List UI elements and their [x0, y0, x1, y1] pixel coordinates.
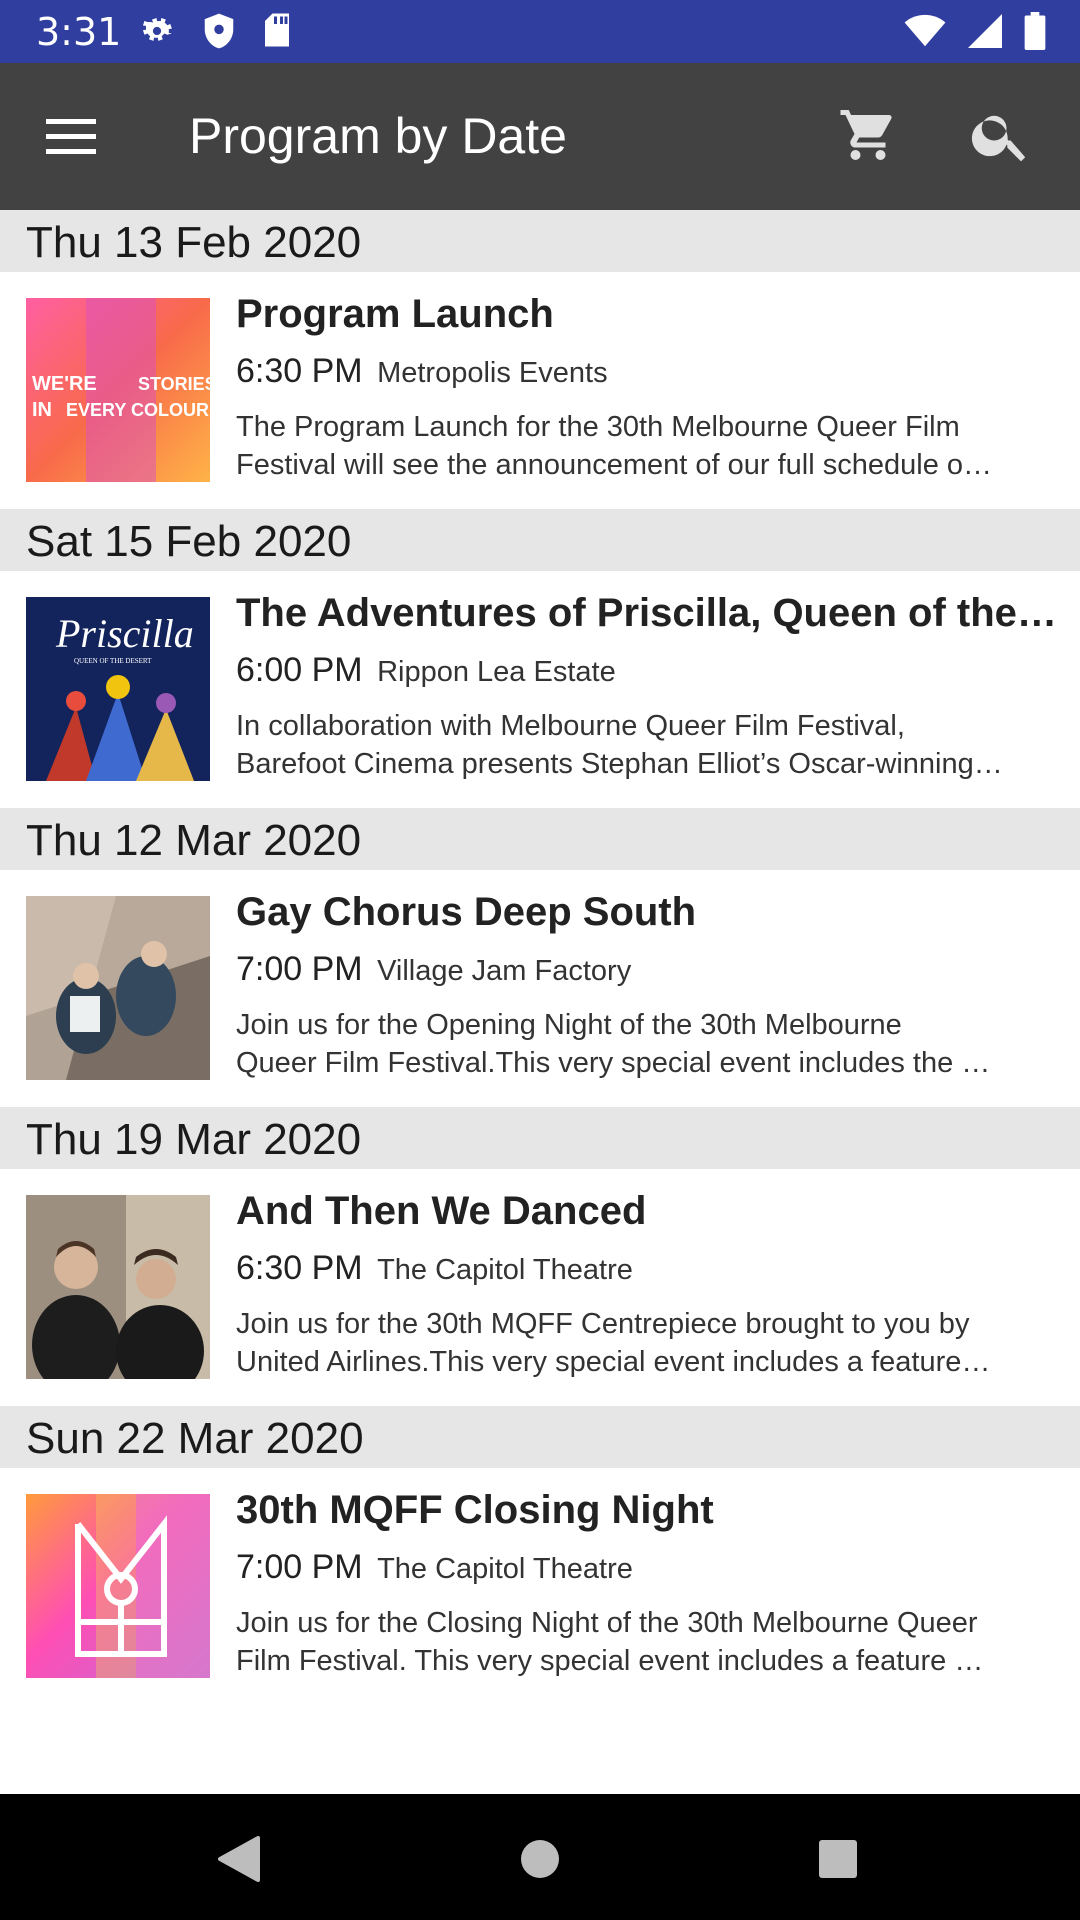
- event-description: Join us for the 30th MQFF Centrepiece br…: [236, 1305, 1068, 1381]
- svg-text:WE'RE: WE'RE: [32, 373, 97, 395]
- app-toolbar: Program by Date: [0, 63, 1080, 210]
- event-thumbnail: [26, 1494, 210, 1678]
- event-description-line: United Airlines.This very special event …: [236, 1346, 991, 1378]
- event-description-line: Join us for the Closing Night of the 30t…: [236, 1607, 978, 1639]
- event-meta: 7:00 PM The Capitol Theatre: [236, 1548, 633, 1587]
- and-then-we-danced-photo: [26, 1195, 210, 1379]
- shield-icon: [204, 13, 234, 49]
- date-header: Sat 15 Feb 2020: [0, 509, 1080, 571]
- event-venue: Metropolis Events: [377, 357, 608, 389]
- event-row-priscilla[interactable]: Priscilla QUEEN OF THE DESERT The Advent…: [0, 571, 1080, 808]
- search-button[interactable]: [965, 99, 1037, 171]
- page-title: Program by Date: [189, 108, 567, 164]
- menu-button[interactable]: [36, 109, 108, 165]
- date-header: Thu 13 Feb 2020: [0, 210, 1080, 272]
- event-thumbnail: Priscilla QUEEN OF THE DESERT: [26, 597, 210, 781]
- event-venue: The Capitol Theatre: [377, 1254, 633, 1286]
- date-header-label: Thu 12 Mar 2020: [26, 816, 362, 865]
- battery-icon: [1024, 12, 1046, 50]
- event-description: Join us for the Closing Night of the 30t…: [236, 1604, 1068, 1680]
- svg-text:STORIES: STORIES: [138, 374, 210, 394]
- event-row-program-launch[interactable]: WE'RE IN STORIES EVERY COLOUR Program La…: [0, 272, 1080, 509]
- event-description: The Program Launch for the 30th Melbourn…: [236, 408, 1068, 484]
- gear-icon: [142, 18, 172, 41]
- svg-text:QUEEN OF THE DESERT: QUEEN OF THE DESERT: [74, 657, 152, 665]
- event-description-line: Festival will see the announcement of ou…: [236, 449, 993, 481]
- event-meta: 6:00 PM Rippon Lea Estate: [236, 651, 616, 690]
- event-description-line: Join us for the Opening Night of the 30t…: [236, 1009, 902, 1041]
- event-thumbnail: [26, 1195, 210, 1379]
- event-row-and-then-we-danced[interactable]: And Then We Danced 6:30 PM The Capitol T…: [0, 1169, 1080, 1406]
- event-time: 6:30 PM: [236, 1249, 363, 1287]
- cart-button[interactable]: [832, 99, 904, 171]
- event-meta: 6:30 PM The Capitol Theatre: [236, 1249, 633, 1288]
- event-time: 7:00 PM: [236, 950, 363, 988]
- status-icons-right: [904, 12, 1046, 50]
- event-meta: 7:00 PM Village Jam Factory: [236, 950, 631, 989]
- date-header-label: Thu 19 Mar 2020: [26, 1115, 362, 1164]
- event-time: 7:00 PM: [236, 1548, 363, 1586]
- event-row-closing-night[interactable]: 30th MQFF Closing Night 7:00 PM The Capi…: [0, 1468, 1080, 1705]
- recents-square-icon: [819, 1840, 857, 1878]
- menu-icon: [46, 119, 96, 154]
- gay-chorus-photo: [26, 896, 210, 1080]
- date-header: Thu 19 Mar 2020: [0, 1107, 1080, 1169]
- program-launch-poster: WE'RE IN STORIES EVERY COLOUR: [26, 298, 210, 482]
- event-title: 30th MQFF Closing Night: [236, 1488, 714, 1532]
- event-description-line: Barefoot Cinema presents Stephan Elliot’…: [236, 748, 1003, 780]
- event-row-gay-chorus[interactable]: Gay Chorus Deep South 7:00 PM Village Ja…: [0, 870, 1080, 1107]
- home-button[interactable]: [515, 1834, 565, 1884]
- event-time: 6:30 PM: [236, 352, 363, 390]
- date-header: Sun 22 Mar 2020: [0, 1406, 1080, 1468]
- mqff-logo-poster: [26, 1494, 210, 1678]
- svg-text:Priscilla: Priscilla: [55, 611, 194, 656]
- event-thumbnail: [26, 896, 210, 1080]
- home-circle-icon: [521, 1840, 559, 1878]
- event-venue: Rippon Lea Estate: [377, 656, 616, 688]
- svg-text:IN: IN: [32, 399, 52, 421]
- event-venue: The Capitol Theatre: [377, 1553, 633, 1585]
- program-list: Thu 13 Feb 2020 WE'RE IN STORIES EVERY C…: [0, 210, 1080, 1705]
- back-button[interactable]: [214, 1834, 264, 1884]
- event-title: The Adventures of Priscilla, Queen of th…: [236, 591, 1066, 635]
- event-meta: 6:30 PM Metropolis Events: [236, 352, 608, 391]
- signal-icon: [968, 14, 1002, 48]
- recents-button[interactable]: [813, 1834, 863, 1884]
- event-description-line: Join us for the 30th MQFF Centrepiece br…: [236, 1308, 970, 1340]
- date-header-label: Sun 22 Mar 2020: [26, 1414, 364, 1463]
- date-header-label: Sat 15 Feb 2020: [26, 517, 352, 566]
- event-thumbnail: WE'RE IN STORIES EVERY COLOUR: [26, 298, 210, 482]
- status-bar: 3:31: [0, 0, 1080, 63]
- event-title: And Then We Danced: [236, 1189, 647, 1233]
- event-title: Program Launch: [236, 292, 554, 336]
- date-header: Thu 12 Mar 2020: [0, 808, 1080, 870]
- event-description: In collaboration with Melbourne Queer Fi…: [236, 707, 1068, 783]
- event-description-line: The Program Launch for the 30th Melbourn…: [236, 411, 960, 443]
- date-header-label: Thu 13 Feb 2020: [26, 218, 362, 267]
- event-description-line: Film Festival. This very special event i…: [236, 1645, 984, 1677]
- cart-icon: [840, 110, 892, 160]
- priscilla-poster: Priscilla QUEEN OF THE DESERT: [26, 597, 210, 781]
- search-icon: [971, 115, 1026, 162]
- svg-text:EVERY COLOUR: EVERY COLOUR: [66, 400, 209, 420]
- event-venue: Village Jam Factory: [377, 955, 632, 987]
- status-time: 3:31: [36, 10, 122, 54]
- back-triangle-icon: [218, 1836, 260, 1882]
- event-description-line: Queer Film Festival.This very special ev…: [236, 1047, 991, 1079]
- event-description: Join us for the Opening Night of the 30t…: [236, 1006, 1068, 1082]
- event-description-line: In collaboration with Melbourne Queer Fi…: [236, 710, 905, 742]
- sd-card-icon: [265, 13, 289, 47]
- event-title: Gay Chorus Deep South: [236, 890, 697, 934]
- status-icons-left: [138, 12, 292, 50]
- system-nav-bar: [0, 1794, 1080, 1920]
- event-time: 6:00 PM: [236, 651, 363, 689]
- wifi-icon: [904, 14, 946, 47]
